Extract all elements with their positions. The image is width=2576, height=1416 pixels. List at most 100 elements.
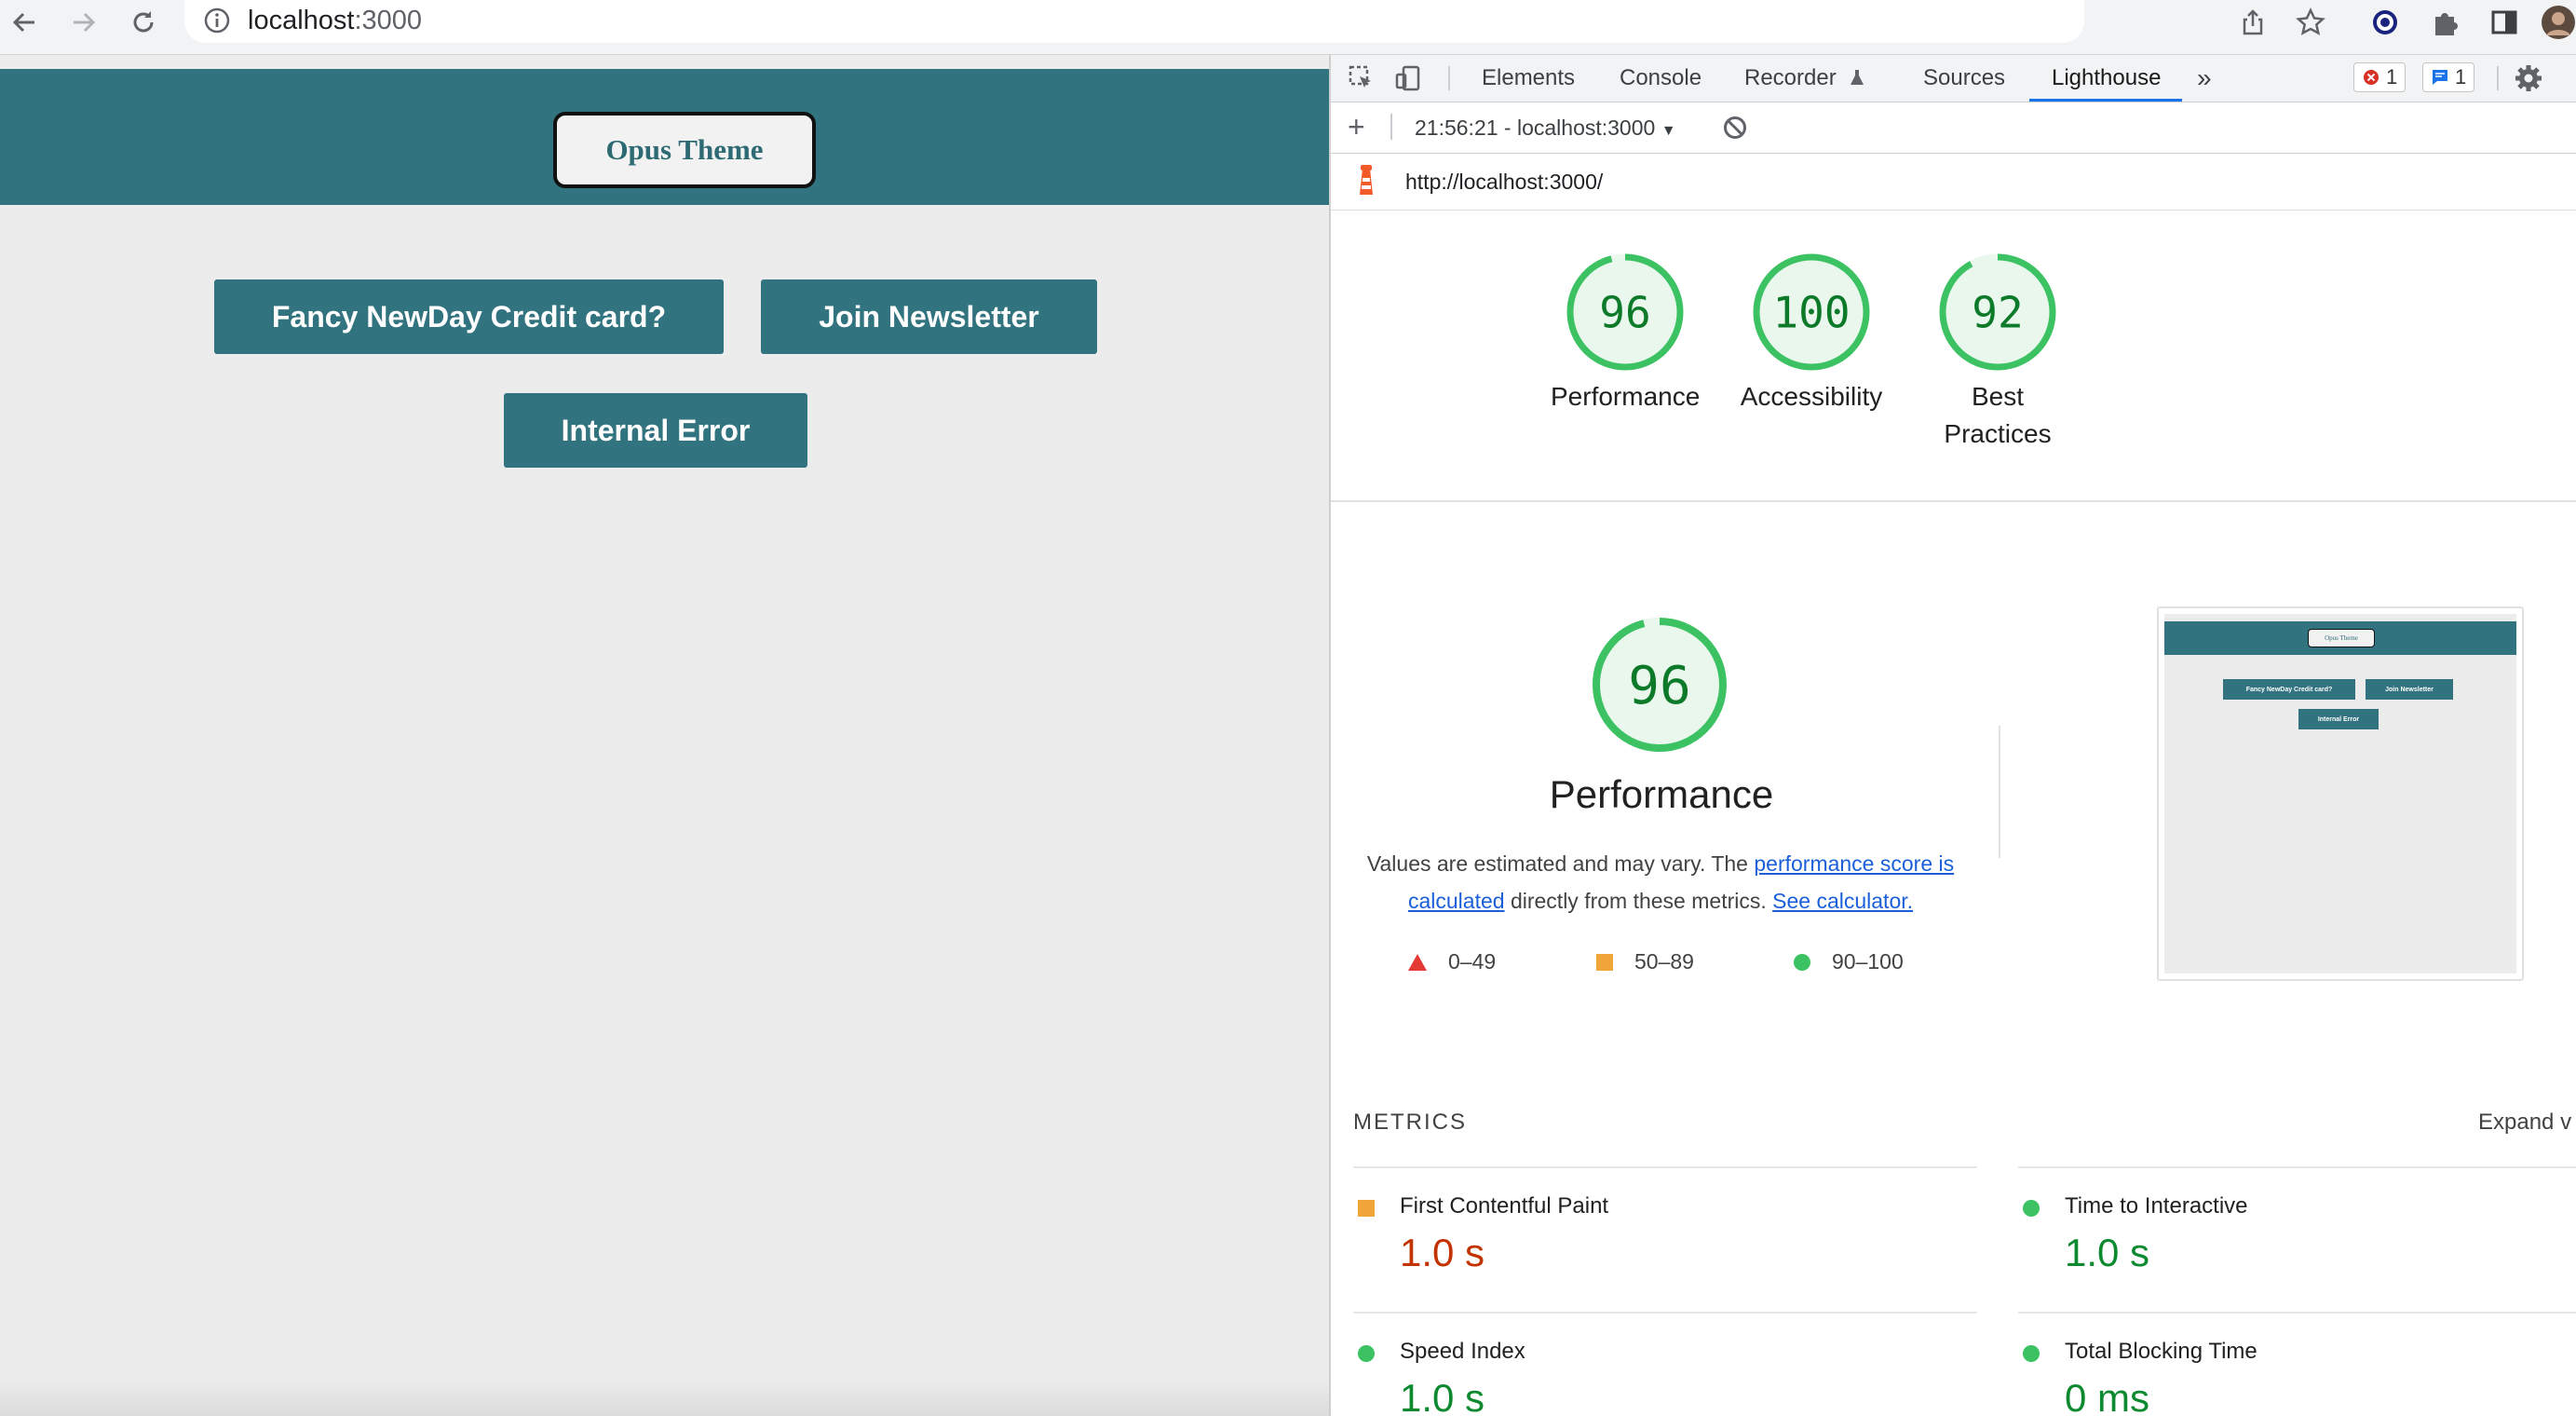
pass-circle-icon xyxy=(2023,1200,2040,1217)
final-screenshot-thumbnail[interactable]: Opus Theme Fancy NewDay Credit card? Joi… xyxy=(2157,606,2524,981)
metric-name: First Contentful Paint xyxy=(1400,1193,1609,1219)
forward-button[interactable] xyxy=(63,4,104,41)
tab-elements[interactable]: Elements xyxy=(1482,55,1575,102)
site-info-icon[interactable] xyxy=(203,7,231,39)
more-tabs-button[interactable]: » xyxy=(2197,55,2212,102)
message-count-badge[interactable]: 1 xyxy=(2422,62,2475,92)
report-url[interactable]: http://localhost:3000/ xyxy=(1405,170,1603,195)
star-icon xyxy=(2296,7,2325,35)
description-text: Values are estimated and may vary. The xyxy=(1366,851,1755,876)
gauge-score: 96 xyxy=(1599,288,1650,338)
performance-large-gauge: 96 xyxy=(1593,618,1727,752)
device-toolbar-icon[interactable] xyxy=(1394,64,1422,97)
metric-value: 1.0 s xyxy=(1400,1231,1485,1274)
active-tab-indicator xyxy=(2029,99,2182,102)
clear-reports-icon[interactable] xyxy=(1722,115,1748,145)
thumbnail-page: Opus Theme Fancy NewDay Credit card? Joi… xyxy=(2164,614,2516,974)
thumbnail-banner: Opus Theme xyxy=(2164,621,2516,655)
inspect-element-icon[interactable] xyxy=(1348,64,1376,97)
section-vertical-divider xyxy=(1999,726,2000,858)
page-viewport: Opus Theme Fancy NewDay Credit card? Joi… xyxy=(0,55,1329,1416)
pass-circle-icon xyxy=(2023,1345,2040,1362)
gauge-accessibility[interactable]: 100 Accessibility xyxy=(1728,251,1895,415)
gauge-label: Accessibility xyxy=(1740,382,1883,411)
gauge-score: 100 xyxy=(1772,288,1850,338)
extensions-button[interactable] xyxy=(2425,4,2464,41)
gauge-best-practices[interactable]: 92 Best Practices xyxy=(1928,251,2068,453)
devtools-tabbar: Elements Console Recorder Sources Lighth… xyxy=(1331,55,2576,102)
extension-logo-icon xyxy=(2373,10,2397,34)
circle-icon xyxy=(1794,953,1810,971)
average-square-icon xyxy=(1358,1200,1375,1217)
gauge-ring: 96 xyxy=(1566,253,1684,371)
back-button[interactable] xyxy=(4,4,45,41)
avatar-icon xyxy=(2542,6,2575,39)
bottom-shadow xyxy=(0,1379,1329,1416)
profile-avatar[interactable] xyxy=(2539,4,2576,41)
thumbnail-internal-error-button: Internal Error xyxy=(2298,709,2379,729)
fancy-newday-credit-card-button[interactable]: Fancy NewDay Credit card? xyxy=(214,279,724,354)
metrics-heading: METRICS xyxy=(1353,1110,1467,1135)
error-icon xyxy=(2364,70,2379,85)
dropdown-arrow-icon: ▼ xyxy=(1661,123,1676,139)
profile-extension-button[interactable] xyxy=(2366,4,2405,41)
join-newsletter-button[interactable]: Join Newsletter xyxy=(761,279,1097,354)
see-calculator-link[interactable]: See calculator. xyxy=(1772,889,1913,913)
lighthouse-toolbar: + 21:56:21 - localhost:3000 ▼ xyxy=(1331,102,2576,154)
devtools-panel: Elements Console Recorder Sources Lighth… xyxy=(1329,55,2576,1416)
metric-divider xyxy=(2018,1166,2576,1168)
expand-view-toggle[interactable]: Expand v xyxy=(2478,1110,2571,1136)
arrow-left-icon xyxy=(12,12,34,33)
bookmark-button[interactable] xyxy=(2291,4,2330,41)
gauge-label: Performance xyxy=(1551,382,1701,411)
share-icon xyxy=(2243,9,2263,35)
section-divider xyxy=(1331,500,2576,502)
metric-name: Total Blocking Time xyxy=(2065,1339,2257,1364)
internal-error-button[interactable]: Internal Error xyxy=(504,393,807,468)
share-button[interactable] xyxy=(2233,4,2272,41)
message-icon xyxy=(2433,70,2447,85)
performance-title: Performance xyxy=(1549,772,1774,816)
triangle-icon xyxy=(1408,953,1427,971)
description-text: directly from these metrics. xyxy=(1504,889,1773,913)
metric-name: Speed Index xyxy=(1400,1339,1525,1364)
browser-toolbar: localhost:3000 xyxy=(0,0,2576,55)
metric-value: 0 ms xyxy=(2065,1376,2150,1416)
toolbar-divider xyxy=(1448,66,1450,90)
gauge-label: Best Practices xyxy=(1944,382,2052,448)
error-count-badge[interactable]: 1 xyxy=(2353,62,2407,92)
metric-value: 1.0 s xyxy=(1400,1376,1485,1416)
address-bar[interactable]: localhost:3000 xyxy=(184,0,2084,43)
toolbar-divider xyxy=(1390,114,1392,140)
metric-divider xyxy=(1353,1166,1977,1168)
legend-average: 50–89 xyxy=(1595,949,1694,974)
flask-icon xyxy=(1851,70,1864,85)
lighthouse-logo-icon xyxy=(1353,165,1379,203)
gauge-score: 96 xyxy=(1628,656,1690,716)
puzzle-icon xyxy=(2435,13,2458,35)
reload-button[interactable] xyxy=(123,4,164,41)
thumbnail-opus-theme-button: Opus Theme xyxy=(2308,629,2375,647)
settings-gear-icon[interactable] xyxy=(2514,63,2543,98)
metric-divider xyxy=(1353,1312,1977,1314)
side-panel-button[interactable] xyxy=(2485,4,2524,41)
tab-sources[interactable]: Sources xyxy=(1923,55,2005,102)
gauge-performance[interactable]: 96 Performance xyxy=(1551,251,1700,415)
tab-lighthouse[interactable]: Lighthouse xyxy=(2052,55,2161,102)
tab-recorder[interactable]: Recorder xyxy=(1744,55,1866,102)
reload-icon xyxy=(133,11,154,33)
metric-value: 1.0 s xyxy=(2065,1231,2150,1274)
legend-pass: 90–100 xyxy=(1793,949,1904,974)
opus-theme-button[interactable]: Opus Theme xyxy=(553,112,816,188)
metric-divider xyxy=(2018,1312,2576,1314)
report-selector[interactable]: 21:56:21 - localhost:3000 ▼ xyxy=(1415,116,1676,141)
thumbnail-credit-card-button: Fancy NewDay Credit card? xyxy=(2223,679,2355,700)
metric-name: Time to Interactive xyxy=(2065,1193,2248,1219)
header-banner: Opus Theme xyxy=(0,69,1329,205)
legend-fail: 0–49 xyxy=(1407,949,1496,974)
new-report-plus-icon[interactable]: + xyxy=(1348,112,1365,142)
pass-circle-icon xyxy=(1358,1345,1375,1362)
tab-console[interactable]: Console xyxy=(1620,55,1702,102)
report-url-bar: http://localhost:3000/ xyxy=(1331,154,2576,211)
gauge-ring: 100 xyxy=(1753,253,1870,371)
